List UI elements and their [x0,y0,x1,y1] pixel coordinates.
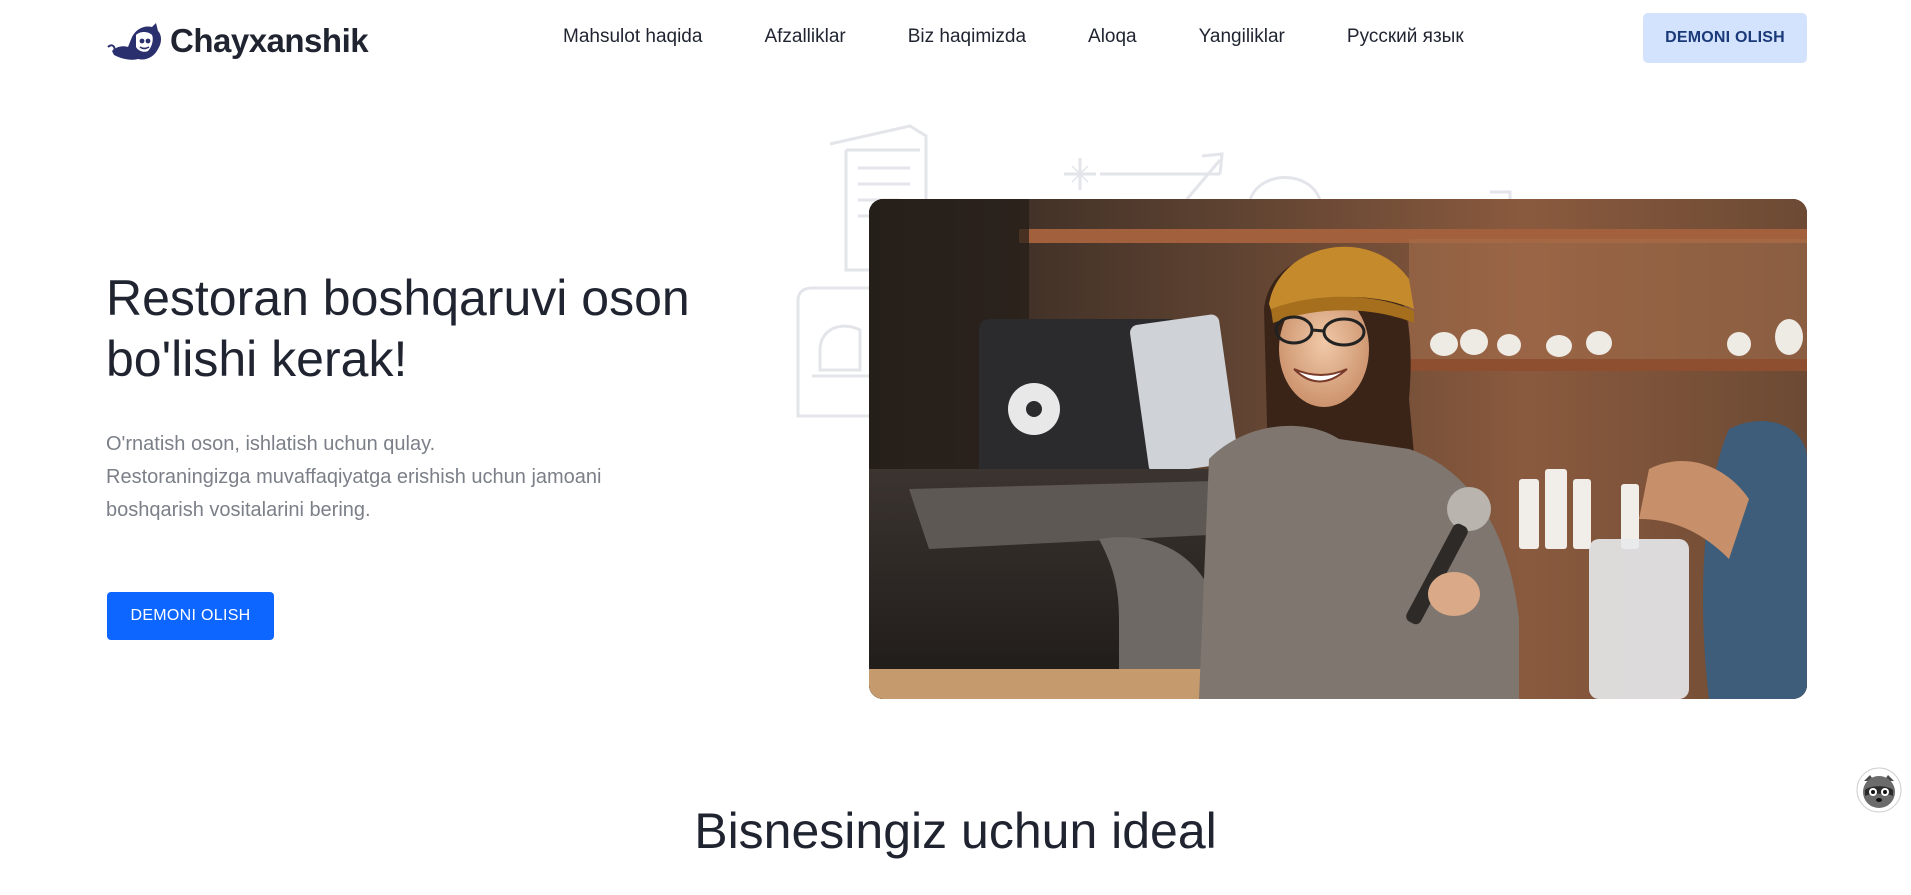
main-nav: Mahsulot haqida Afzalliklar Biz haqimizd… [563,24,1464,50]
barista-photo [869,199,1807,699]
raccoon-chat-icon [1856,767,1902,813]
logo-text: Chayxanshik [170,22,369,59]
hero-image-barista [869,199,1807,699]
nav-item-about[interactable]: Biz haqimizda [908,26,1026,48]
nav-item-product[interactable]: Mahsulot haqida [563,26,702,48]
hero-demo-button[interactable]: DEMONI OLISH [107,592,274,640]
logo-link[interactable]: Chayxanshik [106,17,369,65]
nav-item-contact[interactable]: Aloqa [1088,26,1137,48]
hero-subtitle-line: boshqarish vositalarini bering. [106,499,371,521]
header-demo-button[interactable]: DEMONI OLISH [1643,13,1807,63]
nav-item-language-ru[interactable]: Русский язык [1347,26,1464,48]
site-header: Chayxanshik Mahsulot haqida Afzalliklar … [0,0,1911,76]
hero-subtitle: O'rnatish oson, ishlatish uchun qulay. R… [106,428,706,527]
hero-title: Restoran boshqaruvi oson bo'lishi kerak! [106,270,690,387]
nav-item-news[interactable]: Yangiliklar [1199,26,1285,48]
section-title: Bisnesingiz uchun ideal [694,803,1217,859]
raccoon-logo-icon [107,23,161,60]
hero-subtitle-line: O'rnatish oson, ishlatish uchun qulay. [106,433,436,455]
hero-subtitle-line: Restoraningizga muvaffaqiyatga erishish … [106,466,602,488]
chat-widget-button[interactable] [1856,767,1902,813]
nav-item-advantages[interactable]: Afzalliklar [764,26,845,48]
